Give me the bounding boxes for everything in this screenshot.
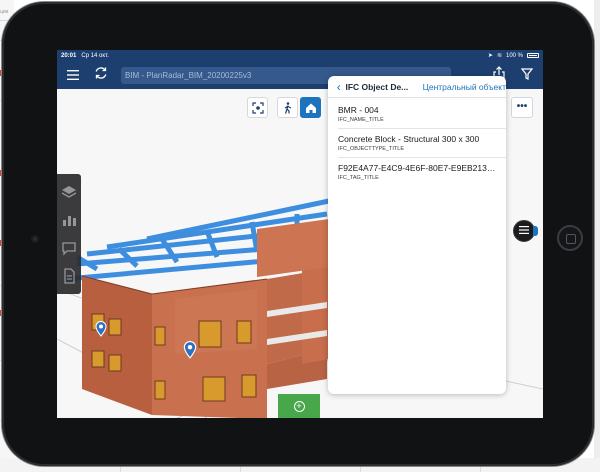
front-camera xyxy=(31,235,39,243)
fit-view-button[interactable] xyxy=(247,97,268,118)
ifc-property-key: IFC_NAME_TITLE xyxy=(338,117,384,123)
location-icon: ➤ xyxy=(487,53,493,59)
home-button[interactable] xyxy=(557,225,583,251)
ifc-object-details-panel: ‹ IFC Object De... Центральный объект BM… xyxy=(328,76,506,394)
battery-percent: 100 % xyxy=(505,52,523,59)
sync-icon[interactable] xyxy=(91,65,111,85)
ifc-property-key: IFC_OBJECTTYPE_TITLE xyxy=(338,146,405,152)
ifc-property-item: Concrete Block - Structural 300 x 300 IF… xyxy=(338,134,498,152)
ifc-property-value: Concrete Block - Structural 300 x 300 xyxy=(338,134,480,144)
ifc-property-item: BMR - 004 IFC_NAME_TITLE xyxy=(338,105,498,123)
app-screen: 20:01 Ср 14 окт. ➤ ≋ 100 % BIM - PlanRad… xyxy=(57,50,543,418)
side-toolbar xyxy=(57,174,81,294)
status-date: Ср 14 окт. xyxy=(81,52,109,59)
document-icon[interactable] xyxy=(61,268,77,284)
status-time: 20:01 xyxy=(61,52,77,59)
ifc-property-value: BMR - 004 xyxy=(338,105,379,115)
background-page-right xyxy=(594,0,600,472)
layers-icon[interactable] xyxy=(61,184,77,200)
filter-icon[interactable] xyxy=(517,65,537,85)
location-pin-icon[interactable] xyxy=(183,341,197,359)
back-chevron-icon[interactable]: ‹ xyxy=(332,80,345,94)
list-icon xyxy=(519,226,529,234)
ifc-property-item: F92E4A77-E4C9-4E6F-80E7-E9EB213D... IFC_… xyxy=(338,163,498,181)
chart-icon[interactable] xyxy=(61,212,77,228)
more-options-button[interactable]: ••• xyxy=(511,97,533,118)
ifc-property-value: F92E4A77-E4C9-4E6F-80E7-E9EB213D... xyxy=(338,163,498,173)
divider xyxy=(338,157,506,158)
home-view-icon xyxy=(305,103,316,113)
status-bar: 20:01 Ср 14 окт. ➤ ≋ 100 % xyxy=(57,50,543,61)
add-ticket-button[interactable]: + xyxy=(278,394,320,418)
wifi-icon: ≋ xyxy=(496,53,502,59)
comment-icon[interactable] xyxy=(61,240,77,256)
list-toggle-button[interactable] xyxy=(513,220,538,242)
hamburger-menu-icon[interactable] xyxy=(63,65,83,85)
central-object-link[interactable]: Центральный объект xyxy=(423,82,506,92)
plus-icon: + xyxy=(293,400,305,412)
ifc-property-key: IFC_TAG_TITLE xyxy=(338,175,379,181)
location-pin-icon[interactable] xyxy=(95,321,107,337)
panel-header: ‹ IFC Object De... Центральный объект xyxy=(328,76,506,98)
home-view-button[interactable] xyxy=(300,97,321,118)
panel-title: IFC Object De... xyxy=(345,81,409,92)
walk-mode-icon xyxy=(284,101,291,114)
fit-view-icon xyxy=(251,101,264,114)
divider xyxy=(338,128,506,129)
walk-mode-button[interactable] xyxy=(277,97,298,118)
battery-icon xyxy=(527,53,539,58)
